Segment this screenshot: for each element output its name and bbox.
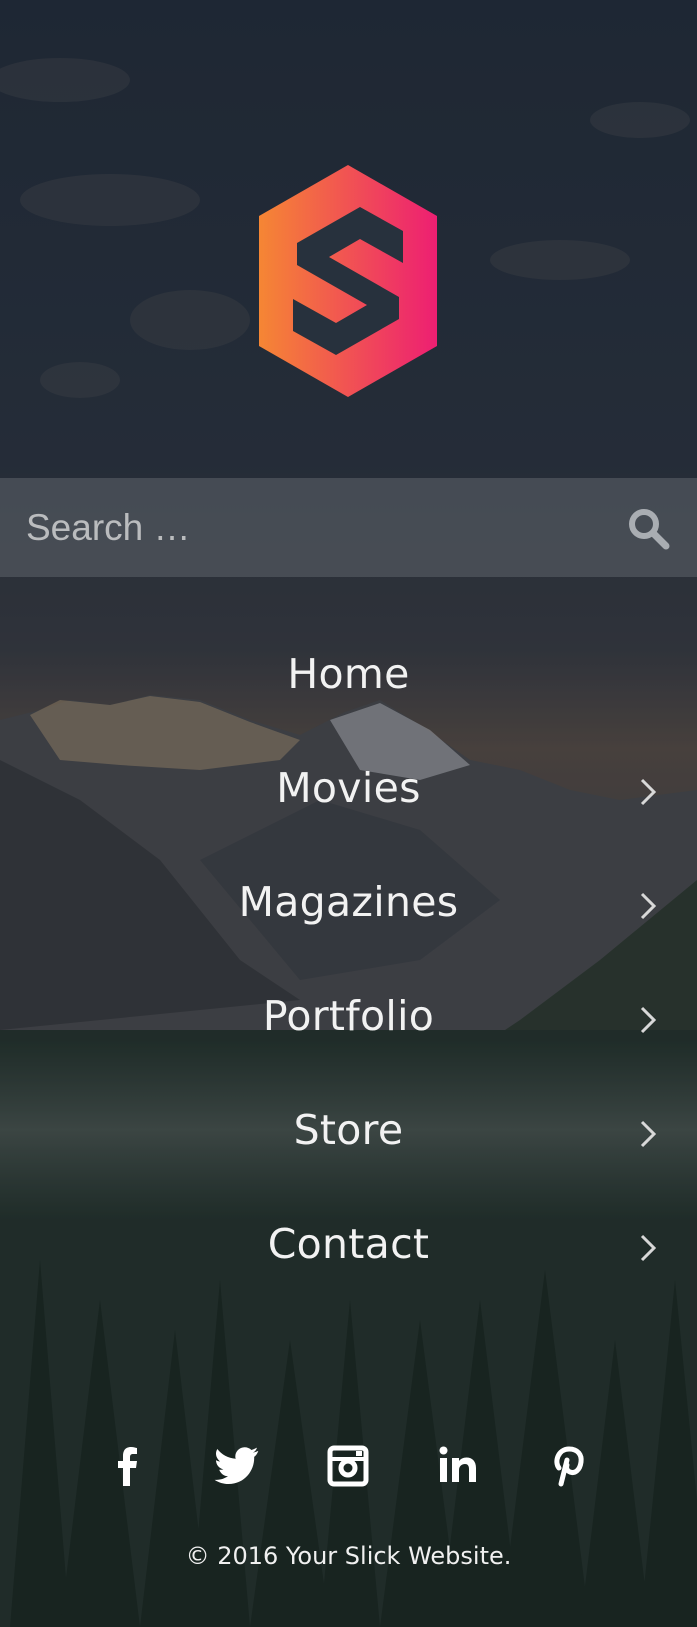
linkedin-icon[interactable] [432,1440,484,1492]
footer-copyright: © 2016 Your Slick Website. [185,1542,512,1570]
nav-item-movies[interactable]: Movies [0,734,697,848]
pinterest-icon[interactable] [542,1440,594,1492]
nav-item-portfolio[interactable]: Portfolio [0,962,697,1076]
nav-item-label: Home [287,650,410,698]
nav-item-label: Store [293,1106,404,1154]
search-bar [0,478,697,577]
search-input[interactable] [26,500,606,556]
nav-item-label: Magazines [238,878,459,926]
site-logo[interactable] [255,163,441,399]
chevron-right-icon[interactable] [636,891,660,921]
nav-item-label: Portfolio [262,992,435,1040]
social-links [0,1440,697,1492]
chevron-right-icon[interactable] [636,777,660,807]
facebook-icon[interactable] [102,1440,154,1492]
search-icon[interactable] [624,504,672,552]
chevron-right-icon[interactable] [636,1233,660,1263]
nav-item-store[interactable]: Store [0,1076,697,1190]
nav-item-contact[interactable]: Contact [0,1190,697,1304]
nav-item-home[interactable]: Home [0,620,697,734]
nav-item-magazines[interactable]: Magazines [0,848,697,962]
nav-item-label: Movies [276,764,421,812]
nav-item-label: Contact [267,1220,430,1268]
twitter-icon[interactable] [212,1440,264,1492]
chevron-right-icon[interactable] [636,1119,660,1149]
main-nav: Home Movies Magazines Portfolio Store Co… [0,620,697,1304]
instagram-icon[interactable] [322,1440,374,1492]
chevron-right-icon[interactable] [636,1005,660,1035]
